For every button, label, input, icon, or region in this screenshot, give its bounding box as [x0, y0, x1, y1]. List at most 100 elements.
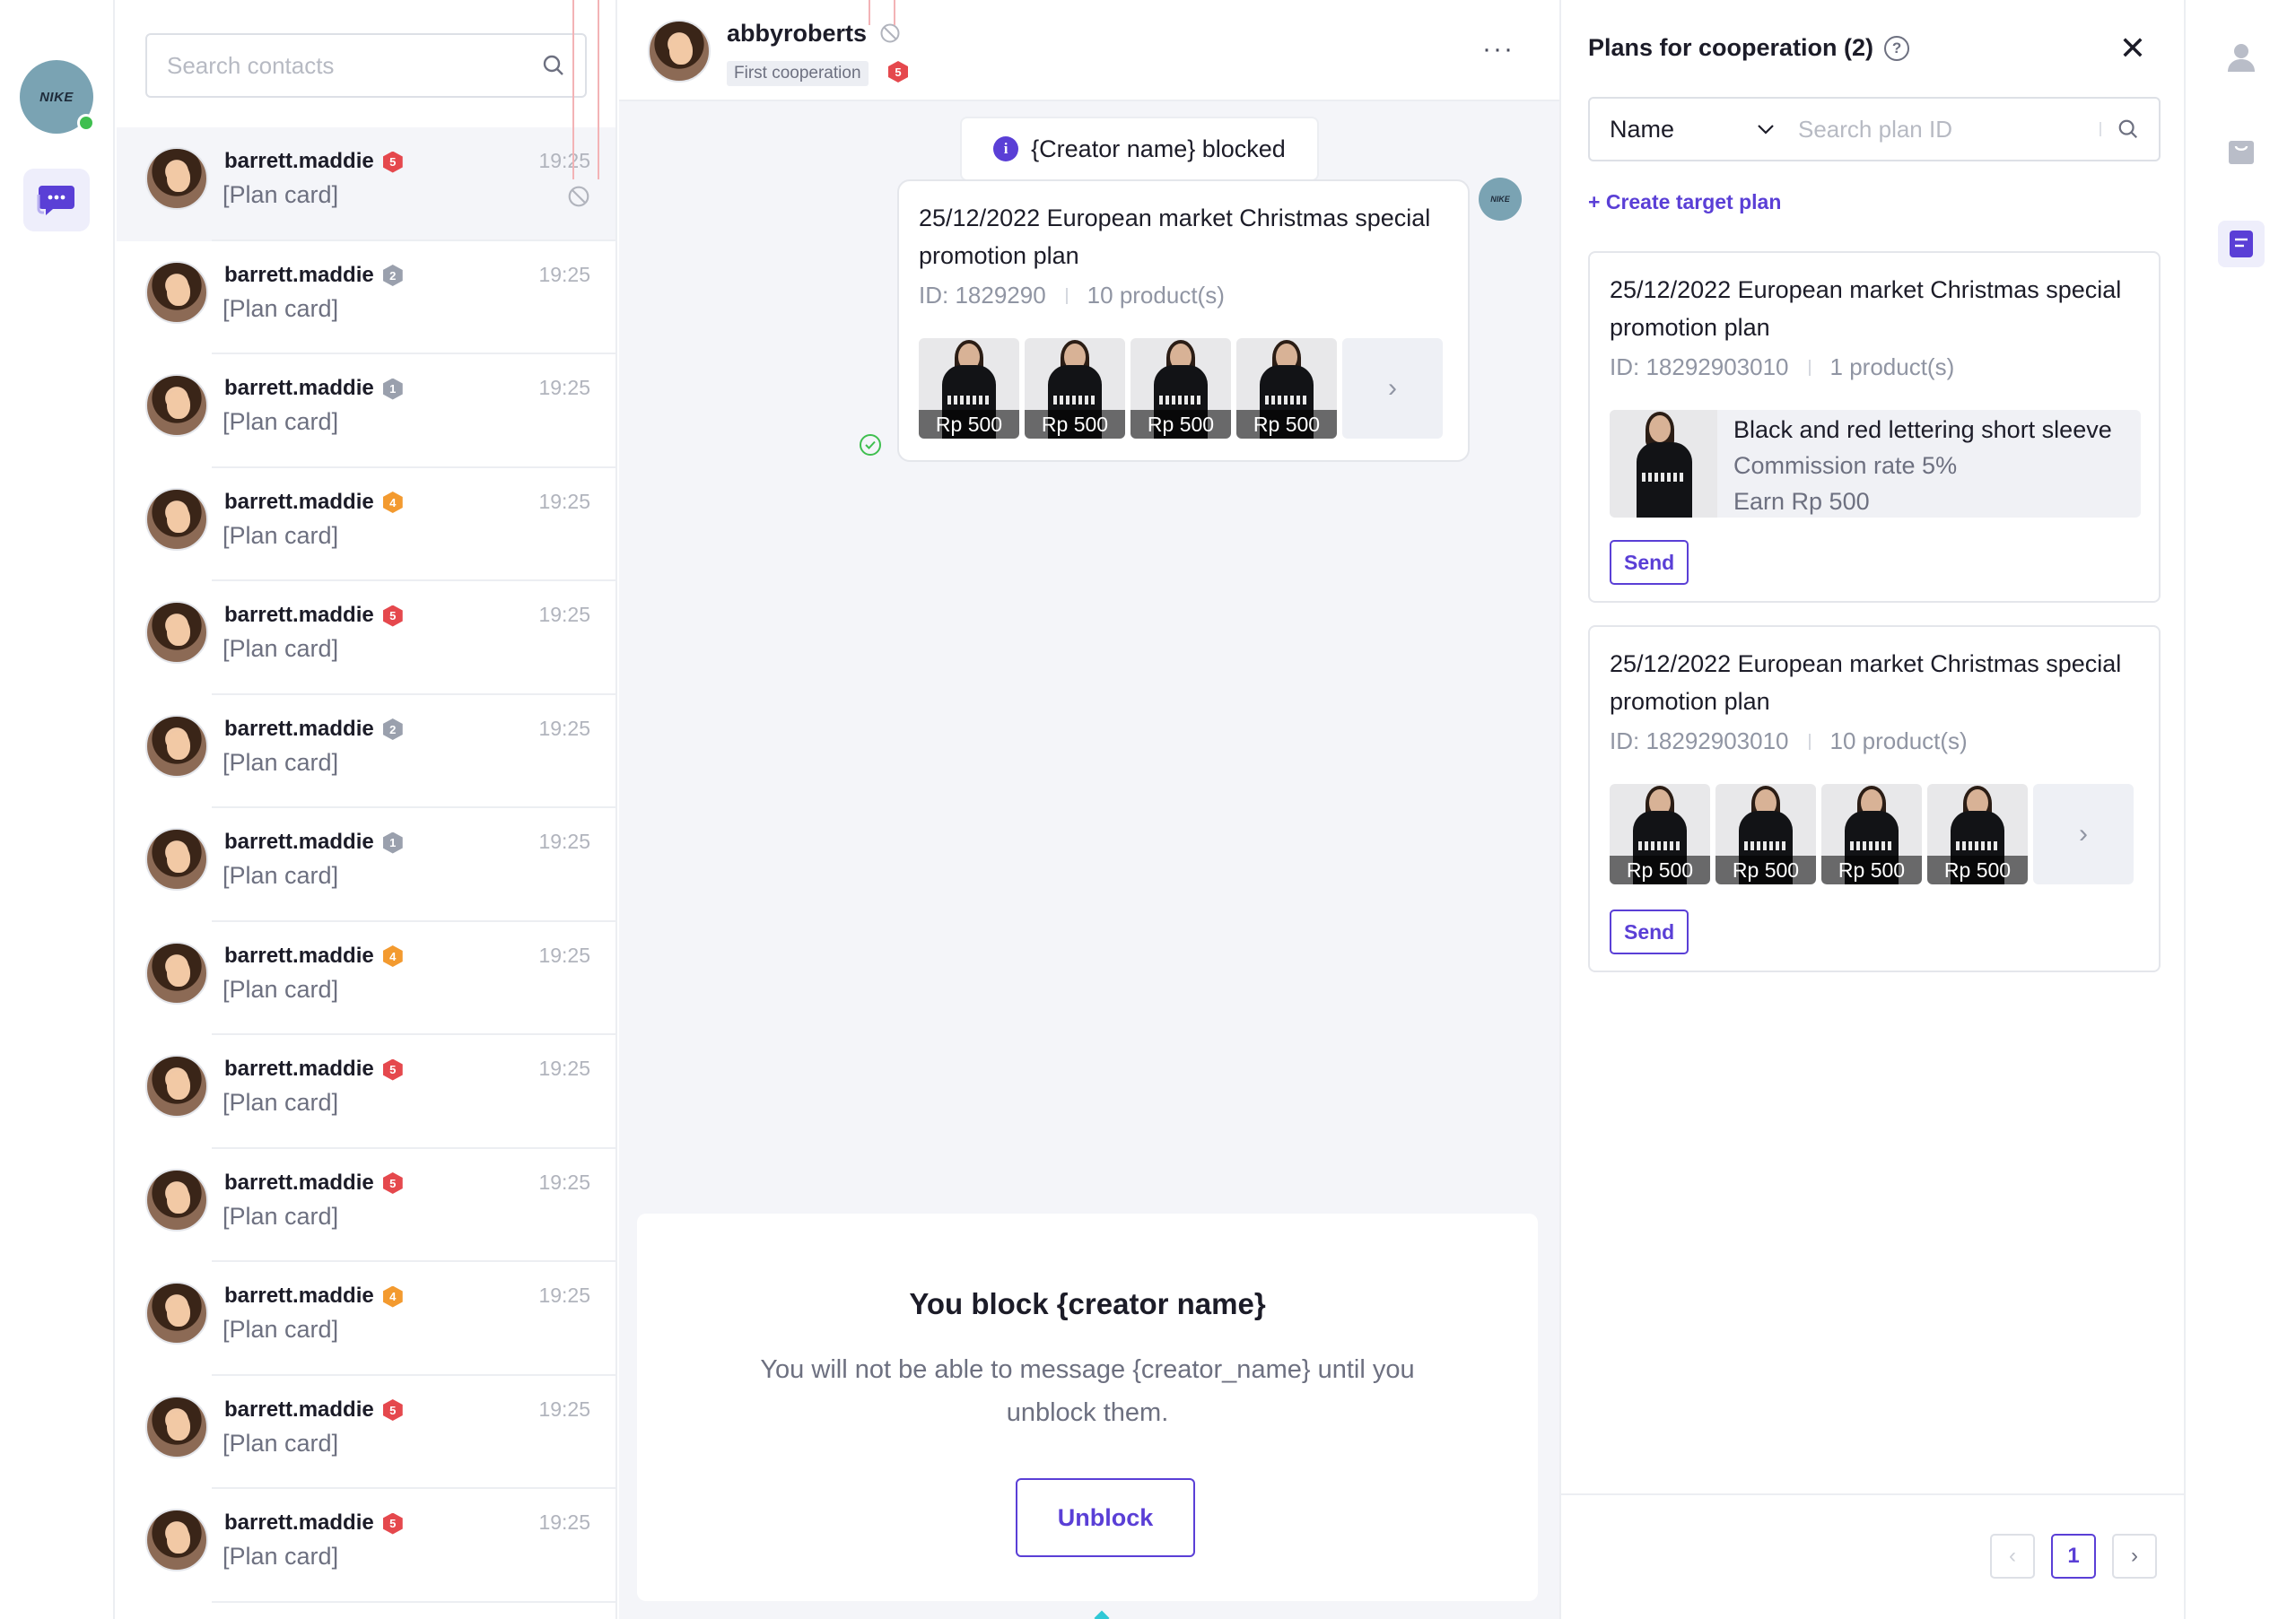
- contact-row[interactable]: barrett.maddie 5 [Plan card] 19:25: [117, 1035, 615, 1149]
- product-thumbnail[interactable]: Rp 500: [1927, 784, 2028, 884]
- message-preview: [Plan card]: [223, 975, 339, 1003]
- brand-avatar[interactable]: NIKE: [20, 60, 95, 134]
- contact-row[interactable]: barrett.maddie 5 [Plan card] 19:25: [117, 1376, 615, 1489]
- plan-id-search-input[interactable]: [1794, 115, 2100, 144]
- product-thumbnail[interactable]: Rp 500: [1236, 338, 1337, 439]
- contacts-panel: barrett.maddie5 [Plan card] 19:25 barrett.m…: [117, 0, 617, 1619]
- contact-row[interactable]: barrett.maddie 1 [Plan card] 19:25: [117, 808, 615, 922]
- profile-tab[interactable]: [2218, 34, 2265, 81]
- message-preview: [Plan card]: [223, 1429, 339, 1457]
- message-time: 19:25: [538, 603, 590, 626]
- plan-filter: Name: [1588, 97, 2161, 161]
- contact-row[interactable]: barrett.maddie 5 [Plan card] 19:25: [117, 1489, 615, 1603]
- plans-panel: Plans for cooperation (2) ? ✕ Name + Cre…: [1559, 0, 2186, 1619]
- level-badge: 5: [382, 1512, 403, 1535]
- message-preview: [Plan card]: [223, 1202, 339, 1230]
- product-price: Rp 500: [919, 410, 1019, 439]
- chevron-right-icon[interactable]: ›: [1342, 338, 1443, 439]
- contact-list: barrett.maddie 5 [Plan card] 19:25 barrett.m…: [117, 127, 615, 1603]
- filter-type-select[interactable]: Name: [1590, 116, 1794, 144]
- send-plan-button[interactable]: Send: [1610, 540, 1689, 585]
- message-time: 19:25: [538, 830, 590, 853]
- page-number[interactable]: 1: [2051, 1534, 2096, 1579]
- product-details: Black and red lettering short sleeve Com…: [1733, 412, 2112, 518]
- products-tab[interactable]: [2218, 127, 2265, 174]
- chevron-right-icon[interactable]: ›: [2033, 784, 2134, 884]
- message-preview: [Plan card]: [223, 1543, 339, 1570]
- message-preview: [Plan card]: [223, 862, 339, 889]
- plus-icon: +: [1588, 190, 1606, 213]
- product-price: Rp 500: [1610, 856, 1710, 884]
- close-icon[interactable]: ✕: [2119, 32, 2146, 65]
- earnings: Earn Rp 500: [1733, 488, 1870, 515]
- contact-row[interactable]: barrett.maddie 5 [Plan card] 19:25: [117, 581, 615, 695]
- creator-avatar[interactable]: [648, 20, 711, 83]
- product-image: [1610, 410, 1717, 518]
- search-icon[interactable]: [542, 54, 565, 77]
- product-name: Black and red lettering short sleeve: [1733, 416, 2112, 443]
- message-time: 19:25: [538, 943, 590, 967]
- contact-row[interactable]: barrett.maddie 1 [Plan card] 19:25: [117, 354, 615, 468]
- search-icon[interactable]: [2117, 118, 2139, 140]
- cooperation-tag: First cooperation: [727, 61, 869, 86]
- contact-name: barrett.maddie 4: [224, 490, 403, 515]
- contact-row[interactable]: barrett.maddie 2 [Plan card] 19:25: [117, 241, 615, 354]
- contact-avatar: [145, 487, 208, 551]
- info-icon: i: [993, 136, 1019, 161]
- contact-row[interactable]: barrett.maddie 5 [Plan card] 19:25: [117, 1149, 615, 1262]
- contact-name: barrett.maddie 5: [224, 1510, 403, 1536]
- product-thumbnail[interactable]: Rp 500: [1715, 784, 1816, 884]
- message-time: 19:25: [538, 376, 590, 399]
- level-badge: 5: [888, 61, 908, 83]
- contact-name: barrett.maddie 1: [224, 830, 403, 855]
- product-thumbnail[interactable]: Rp 500: [1131, 338, 1231, 439]
- product-price: Rp 500: [1025, 410, 1125, 439]
- chat-nav-button[interactable]: [23, 169, 90, 231]
- blocked-icon: [568, 186, 589, 207]
- plan-meta: ID: 18292903010 1 product(s): [1610, 353, 1955, 380]
- creator-name: abbyroberts: [727, 20, 901, 48]
- contact-search[interactable]: [145, 33, 587, 98]
- contact-name: barrett.maddie 2: [224, 717, 403, 742]
- level-badge: 5: [382, 1399, 403, 1421]
- plan-card-message[interactable]: 25/12/2022 European market Christmas spe…: [897, 179, 1470, 462]
- product-thumbnail[interactable]: Rp 500: [1821, 784, 1922, 884]
- contact-name: barrett.maddie 5: [224, 149, 403, 174]
- contact-row[interactable]: barrett.maddie 4 [Plan card] 19:25: [117, 468, 615, 581]
- brand-logo: NIKE: [39, 89, 74, 105]
- next-page-button[interactable]: ›: [2112, 1534, 2157, 1579]
- contact-avatar: [145, 714, 208, 778]
- prev-page-button[interactable]: ‹: [1990, 1534, 2035, 1579]
- more-options-button[interactable]: ···: [1482, 34, 1515, 65]
- guide-line: [894, 0, 895, 25]
- contact-search-input[interactable]: [167, 51, 542, 80]
- contact-row[interactable]: barrett.maddie 5 [Plan card] 19:25: [117, 127, 615, 241]
- chat-header: abbyroberts First cooperation 5 ···: [619, 0, 1559, 101]
- plans-tab[interactable]: [2218, 221, 2265, 267]
- plan-meta: ID: 1829290 10 product(s): [919, 282, 1225, 309]
- blocked-notice: i {Creator name} blocked: [960, 117, 1319, 181]
- message-time: 19:25: [538, 1170, 590, 1194]
- online-status-dot: [77, 114, 95, 132]
- level-badge: 5: [382, 1058, 403, 1081]
- product-thumbnail[interactable]: Rp 500: [919, 338, 1019, 439]
- blocked-icon: [880, 23, 900, 43]
- level-badge: 5: [382, 151, 403, 173]
- contact-row[interactable]: barrett.maddie 4 [Plan card] 19:25: [117, 1262, 615, 1376]
- contact-row[interactable]: barrett.maddie 4 [Plan card] 19:25: [117, 922, 615, 1035]
- level-badge: 2: [382, 265, 403, 286]
- create-target-plan-link[interactable]: + Create target plan: [1588, 190, 1781, 214]
- plan-meta: ID: 18292903010 10 product(s): [1610, 727, 1968, 754]
- level-badge: 1: [382, 831, 403, 854]
- contact-name: barrett.maddie 5: [224, 1171, 403, 1196]
- contact-avatar: [145, 1282, 208, 1345]
- unblock-button[interactable]: Unblock: [1016, 1478, 1195, 1557]
- message-time: 19:25: [538, 1510, 590, 1534]
- product-price: Rp 500: [1236, 410, 1337, 439]
- product-thumbnail[interactable]: Rp 500: [1025, 338, 1125, 439]
- send-plan-button[interactable]: Send: [1610, 910, 1689, 954]
- help-icon[interactable]: ?: [1884, 35, 1910, 61]
- contact-row[interactable]: barrett.maddie 2 [Plan card] 19:25: [117, 695, 615, 808]
- product-thumbnail[interactable]: Rp 500: [1610, 784, 1710, 884]
- product-price: Rp 500: [1927, 856, 2028, 884]
